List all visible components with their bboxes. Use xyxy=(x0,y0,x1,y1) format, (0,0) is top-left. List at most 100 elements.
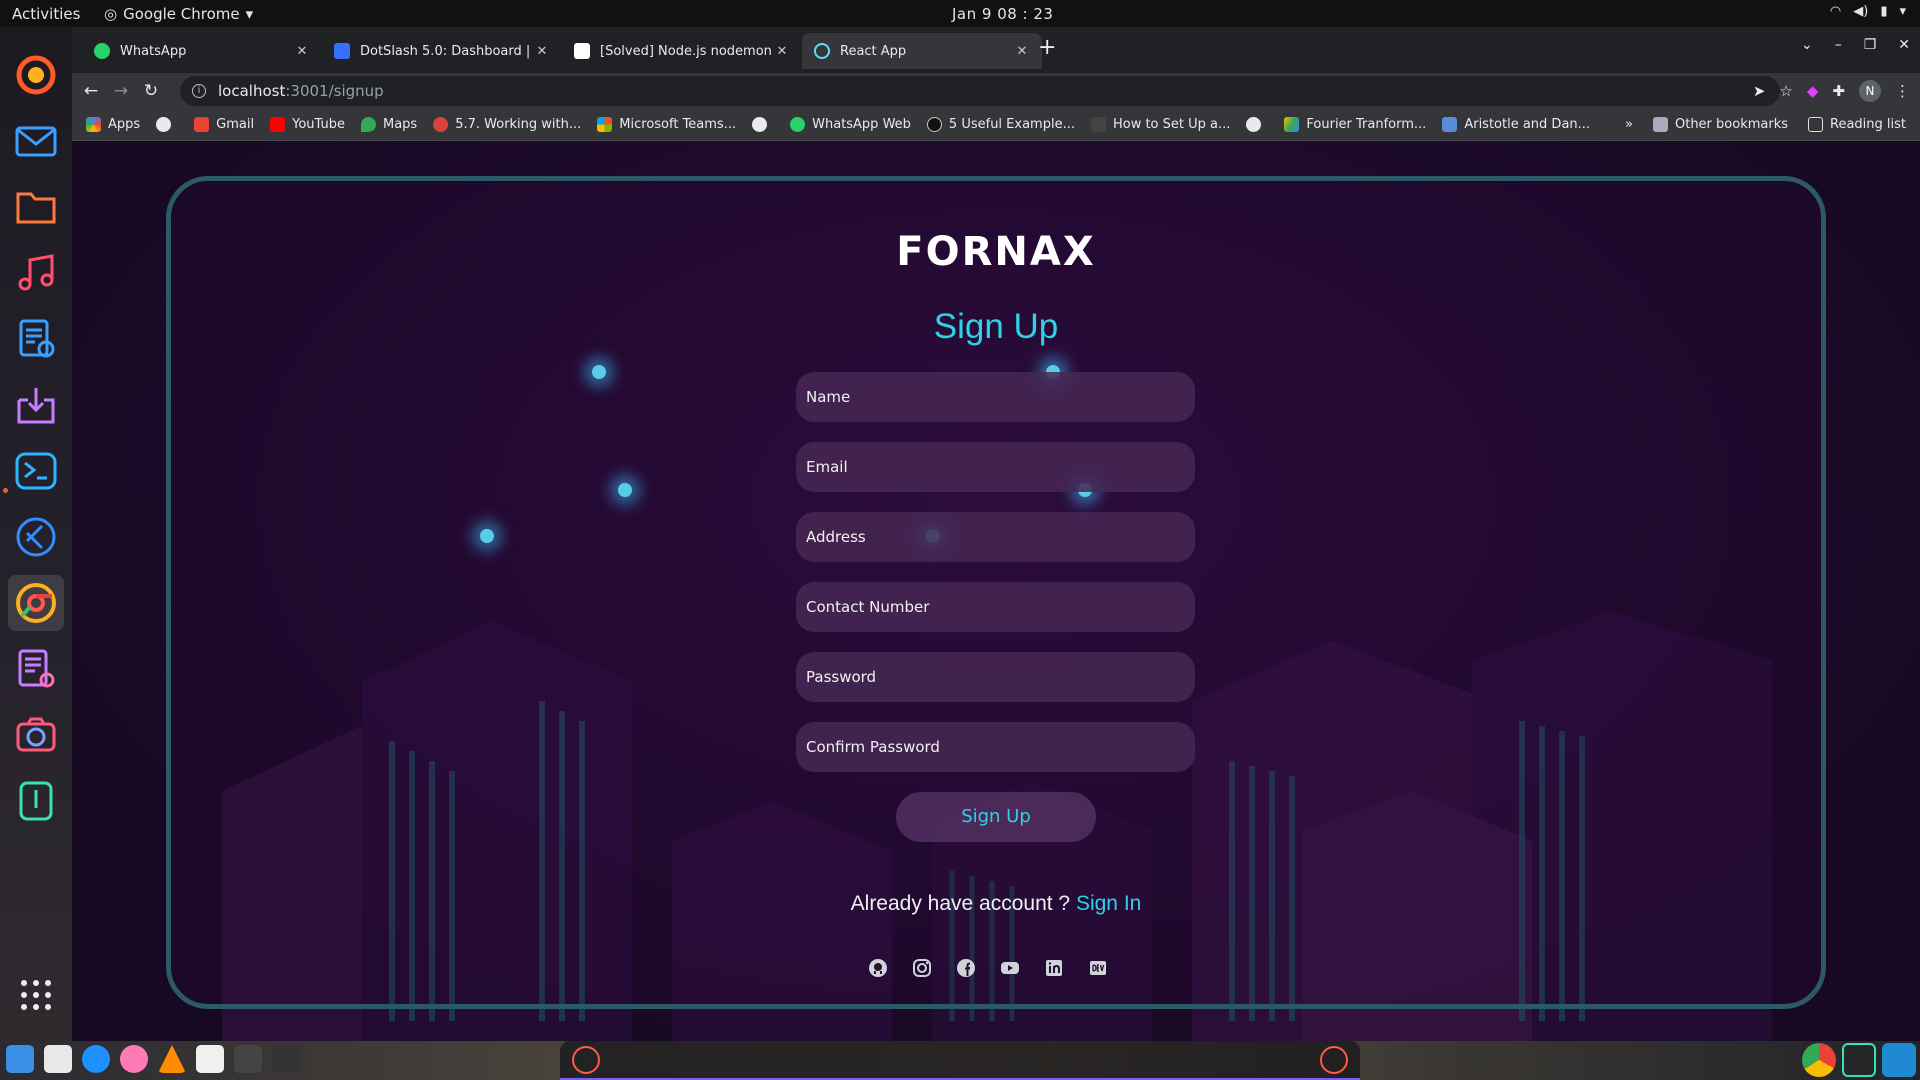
bottom-taskbar xyxy=(0,1041,1920,1080)
close-icon[interactable]: ✕ xyxy=(294,44,310,59)
password-field[interactable] xyxy=(796,652,1195,702)
browser-toolbar: ← → ↻ i localhost:3001/signup ➤ ☆ ◆ ✚ N … xyxy=(72,73,1920,109)
bookmark-how-to-set-up[interactable]: How to Set Up a... xyxy=(1090,117,1230,132)
bookmark-label: Microsoft Teams... xyxy=(619,117,737,132)
dev-icon[interactable] xyxy=(1087,957,1109,979)
app-menu[interactable]: ◎ Google Chrome ▾ xyxy=(104,5,253,23)
tab-solved-nodemon[interactable]: [Solved] Node.js nodemon nc ✕ xyxy=(562,33,802,69)
text-task-icon[interactable] xyxy=(196,1045,224,1073)
more-bookmarks-icon[interactable]: » xyxy=(1625,117,1633,132)
github-icon[interactable] xyxy=(867,957,889,979)
bookmark-globe-2[interactable] xyxy=(752,117,774,132)
settings-task-icon[interactable] xyxy=(272,1045,300,1073)
signup-button[interactable]: Sign Up xyxy=(896,792,1096,842)
close-icon[interactable]: ✕ xyxy=(534,44,550,59)
minimize-icon[interactable]: – xyxy=(1835,37,1842,53)
vscode-dock-icon[interactable] xyxy=(8,509,64,565)
bookmark-youtube[interactable]: YouTube xyxy=(270,117,345,132)
name-field[interactable] xyxy=(796,372,1195,422)
bookmark-maps[interactable]: Maps xyxy=(360,117,417,132)
terminal-task-icon[interactable] xyxy=(234,1045,262,1073)
already-text: Already have account ? xyxy=(850,892,1076,915)
document-task-icon[interactable] xyxy=(44,1045,72,1073)
reload-icon[interactable]: ↻ xyxy=(136,81,166,101)
contact-number-field[interactable] xyxy=(796,582,1195,632)
whatsapp-icon xyxy=(790,117,806,132)
other-bookmarks[interactable]: Other bookmarks xyxy=(1652,117,1788,132)
app-grid-icon[interactable] xyxy=(8,967,64,1023)
bookmark-microsoft-teams[interactable]: Microsoft Teams... xyxy=(597,117,736,132)
bookmark-aristotle[interactable]: Aristotle and Dan... xyxy=(1442,117,1590,132)
terminal-dock-icon[interactable] xyxy=(8,443,64,499)
bookmark-label: YouTube xyxy=(292,117,345,132)
vscode-task-icon[interactable] xyxy=(1882,1043,1916,1077)
files-task-icon[interactable] xyxy=(6,1045,34,1073)
document-viewer-dock-icon[interactable] xyxy=(8,311,64,367)
power-left-icon[interactable] xyxy=(572,1046,600,1074)
email-field[interactable] xyxy=(796,442,1195,492)
camera-dock-icon[interactable] xyxy=(8,707,64,763)
confirm-password-field[interactable] xyxy=(796,722,1195,772)
text-editor-dock-icon[interactable] xyxy=(8,641,64,697)
globe-icon xyxy=(752,117,768,132)
close-icon[interactable]: ✕ xyxy=(774,44,790,59)
files-dock-icon[interactable] xyxy=(8,179,64,235)
forward-icon[interactable]: → xyxy=(106,81,136,101)
url-host: localhost xyxy=(218,82,286,100)
vlc-task-icon[interactable] xyxy=(158,1045,186,1073)
extension-color-icon[interactable]: ◆ xyxy=(1807,82,1819,100)
facebook-icon[interactable] xyxy=(955,957,977,979)
bookmark-fourier[interactable]: Fourier Tranform... xyxy=(1284,117,1426,132)
bookmark-apps[interactable]: Apps xyxy=(86,117,140,132)
browser-task-icon[interactable] xyxy=(82,1045,110,1073)
back-icon[interactable]: ← xyxy=(76,81,106,101)
profile-avatar[interactable]: N xyxy=(1859,80,1881,102)
app-task-icon[interactable] xyxy=(120,1045,148,1073)
firefox-dock-icon[interactable] xyxy=(8,47,64,103)
close-icon[interactable]: ✕ xyxy=(1014,44,1030,59)
bookmark-globe-1[interactable] xyxy=(156,117,178,132)
bookmark-useful-examples[interactable]: 5 Useful Example... xyxy=(926,117,1075,132)
instagram-icon[interactable] xyxy=(911,957,933,979)
maximize-icon[interactable]: ❐ xyxy=(1864,37,1877,53)
drive-icon xyxy=(1284,117,1300,132)
power-right-icon[interactable] xyxy=(1320,1046,1348,1074)
youtube-icon xyxy=(270,117,286,132)
music-dock-icon[interactable] xyxy=(8,245,64,301)
bookmark-working-with[interactable]: 5.7. Working with... xyxy=(433,117,581,132)
bookmark-gmail[interactable]: Gmail xyxy=(194,117,254,132)
site-info-icon[interactable]: i xyxy=(192,84,206,98)
activities-button[interactable]: Activities xyxy=(12,5,80,23)
address-bar[interactable]: i localhost:3001/signup xyxy=(180,76,1780,106)
signin-link[interactable]: Sign In xyxy=(1076,892,1141,915)
social-links xyxy=(867,957,1109,979)
bookmark-whatsapp-web[interactable]: WhatsApp Web xyxy=(790,117,911,132)
new-tab-button[interactable]: + xyxy=(1038,35,1056,60)
menu-kebab-icon[interactable]: ⋮ xyxy=(1895,82,1910,100)
bookmark-globe-3[interactable] xyxy=(1246,117,1268,132)
youtube-icon[interactable] xyxy=(999,957,1021,979)
reading-list[interactable]: Reading list xyxy=(1808,117,1906,132)
bookmarks-bar: Apps Gmail YouTube Maps 5.7. Working wit… xyxy=(72,109,1920,141)
tab-react-app[interactable]: React App ✕ xyxy=(802,33,1042,69)
close-window-icon[interactable]: ✕ xyxy=(1898,37,1910,53)
layers-icon xyxy=(1442,117,1458,132)
usb-task-icon[interactable] xyxy=(1842,1043,1876,1077)
linkedin-icon[interactable] xyxy=(1043,957,1065,979)
clock[interactable]: Jan 9 08 : 23 xyxy=(952,5,1053,23)
bookmark-star-icon[interactable]: ☆ xyxy=(1779,82,1792,100)
tab-whatsapp[interactable]: WhatsApp ✕ xyxy=(82,33,322,69)
system-tray[interactable]: ◠ ◀) ▮ ▾ xyxy=(1830,4,1906,19)
address-field[interactable] xyxy=(796,512,1195,562)
software-dock-icon[interactable] xyxy=(8,377,64,433)
extensions-puzzle-icon[interactable]: ✚ xyxy=(1832,82,1845,100)
usb-dock-icon[interactable] xyxy=(8,773,64,829)
tab-dotslash[interactable]: DotSlash 5.0: Dashboard | De ✕ xyxy=(322,33,562,69)
tab-search-icon[interactable]: ⌄ xyxy=(1801,37,1813,53)
bookmark-label: WhatsApp Web xyxy=(812,117,911,132)
mail-dock-icon[interactable] xyxy=(8,113,64,169)
chrome-task-icon[interactable] xyxy=(1802,1043,1836,1077)
tab-label: React App xyxy=(840,43,907,59)
send-tab-icon[interactable]: ➤ xyxy=(1753,82,1766,100)
chrome-dock-icon[interactable] xyxy=(8,575,64,631)
